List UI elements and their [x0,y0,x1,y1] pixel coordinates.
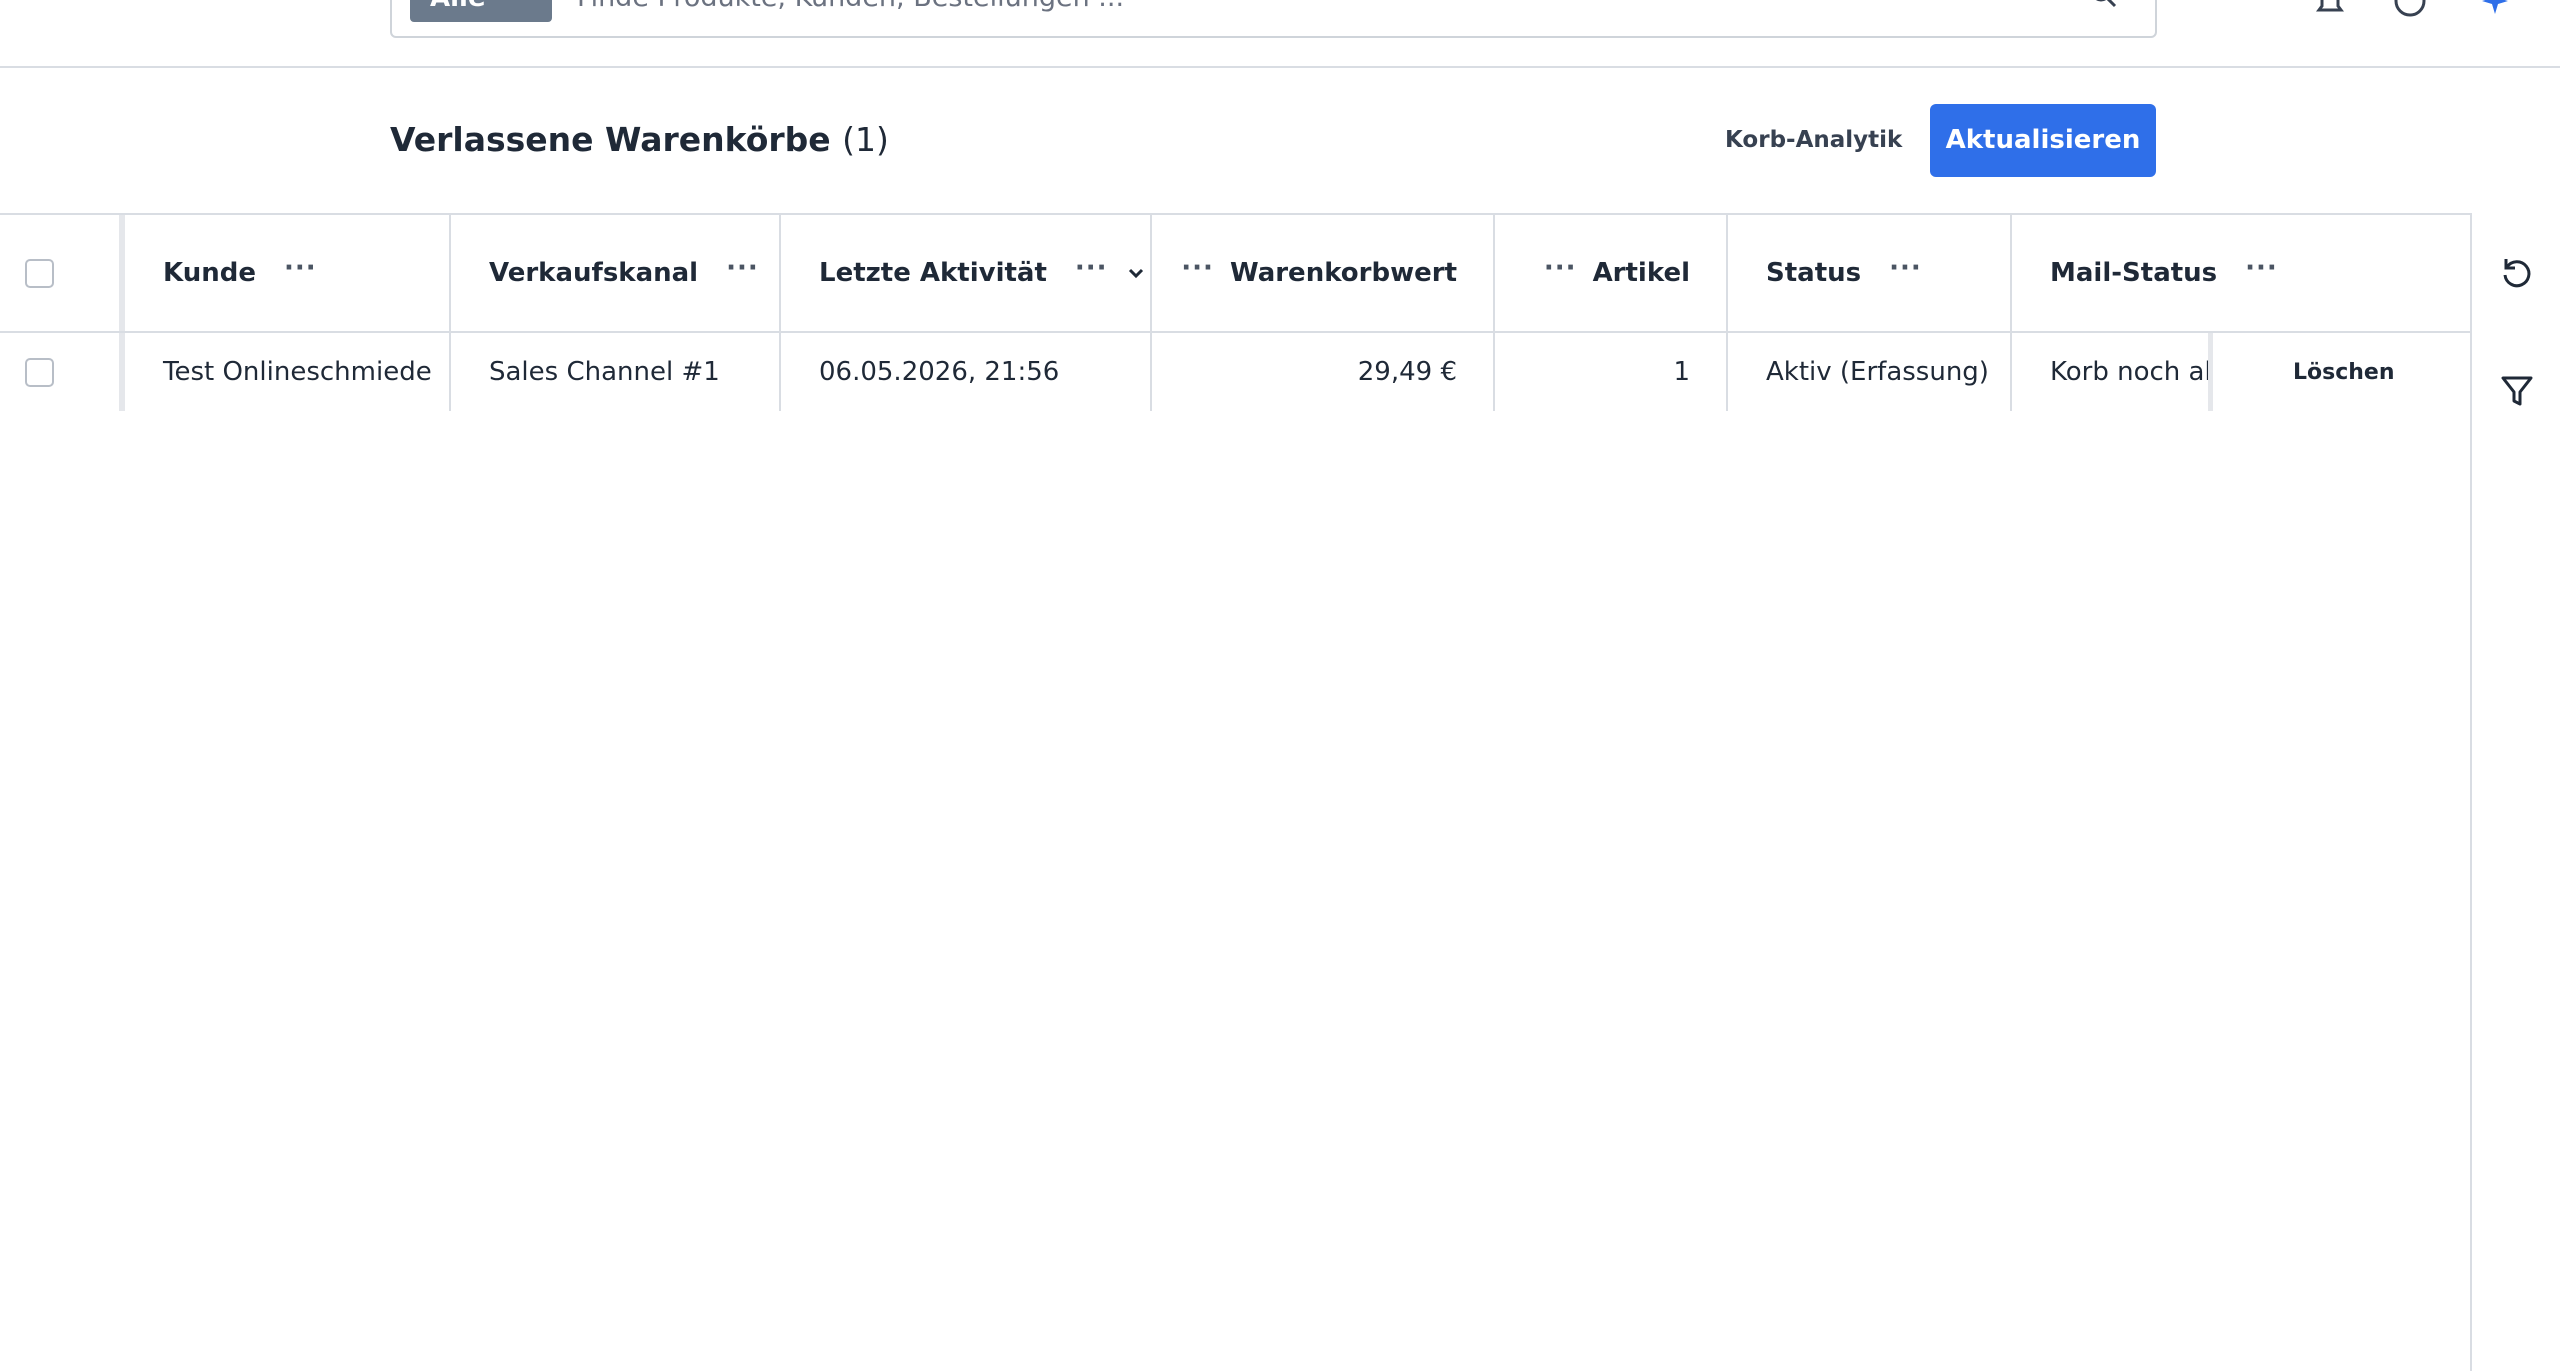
search-icon[interactable] [2091,0,2117,8]
refresh-button[interactable]: Aktualisieren [1930,104,2156,177]
row-actions: Löschen [2208,333,2470,411]
column-label: Verkaufskanal [489,258,699,288]
column-header-customer[interactable]: Kunde ··· [125,215,451,331]
column-header-cart-value[interactable]: ··· Warenkorbwert [1152,215,1495,331]
cell-cart-value: 29,49 € [1152,333,1495,411]
basket-analytics-button[interactable]: Korb-Analytik [1725,122,1902,158]
page-title: Verlassene Warenkörbe (1) [390,120,889,159]
column-label: Letzte Aktivität [819,258,1047,288]
grid-sidebar [2470,213,2560,1371]
cell-customer: Test Onlineschmiede [125,333,451,411]
column-header-items[interactable]: ··· Artikel [1495,215,1728,331]
column-header-last-activity[interactable]: Letzte Aktivität ··· [781,215,1152,331]
reset-icon[interactable] [2499,255,2535,291]
column-header-mail-status[interactable]: Mail-Status ··· [2012,215,2470,331]
column-menu-icon[interactable]: ··· [1181,255,1214,281]
cell-items: 1 [1495,333,1728,411]
column-menu-icon[interactable]: ··· [2245,255,2278,281]
cell-channel: Sales Channel #1 [451,333,781,411]
result-count: (1) [842,120,889,159]
column-header-status[interactable]: Status ··· [1728,215,2012,331]
select-all-checkbox[interactable] [25,258,54,288]
row-checkbox[interactable] [25,357,54,387]
column-label: Mail-Status [2050,258,2218,288]
cell-status: Aktiv (Erfassung) [1728,333,2012,411]
column-menu-icon[interactable]: ··· [1075,255,1108,281]
column-label: Kunde [163,258,256,288]
abandoned-carts-grid: Kunde ··· Verkaufskanal ··· Letzte Aktiv… [0,213,2470,411]
assistant-icon[interactable] [2478,0,2512,18]
top-bar: Alle Finde Produkte, Kunden, Bestellunge… [0,0,2560,68]
global-search[interactable]: Alle Finde Produkte, Kunden, Bestellunge… [390,0,2157,38]
column-menu-icon[interactable]: ··· [284,255,317,281]
filter-icon[interactable] [2499,373,2535,409]
select-all-cell [0,215,125,331]
grid-header: Kunde ··· Verkaufskanal ··· Letzte Aktiv… [0,213,2470,333]
help-icon[interactable] [2393,0,2427,18]
column-header-channel[interactable]: Verkaufskanal ··· [451,215,781,331]
page-title-text: Verlassene Warenkörbe [390,120,831,159]
table-row[interactable]: Test Onlineschmiede Sales Channel #1 06.… [0,333,2470,411]
cell-mail-status: Korb noch ak [2050,357,2208,387]
column-label: Artikel [1592,258,1690,288]
column-menu-icon[interactable]: ··· [1544,255,1577,281]
search-input[interactable]: Finde Produkte, Kunden, Bestellungen ... [577,0,1124,18]
search-type-select[interactable]: Alle [410,0,552,22]
column-menu-icon[interactable]: ··· [726,255,759,281]
delete-button[interactable]: Löschen [2293,360,2395,385]
cell-last-activity: 06.05.2026, 21:56 [781,333,1152,411]
column-label: Warenkorbwert [1229,258,1457,288]
bell-icon[interactable] [2313,0,2347,18]
column-label: Status [1766,258,1862,288]
row-select-cell [0,333,125,411]
column-menu-icon[interactable]: ··· [1889,255,1922,281]
chevron-down-icon[interactable] [1126,263,1146,283]
